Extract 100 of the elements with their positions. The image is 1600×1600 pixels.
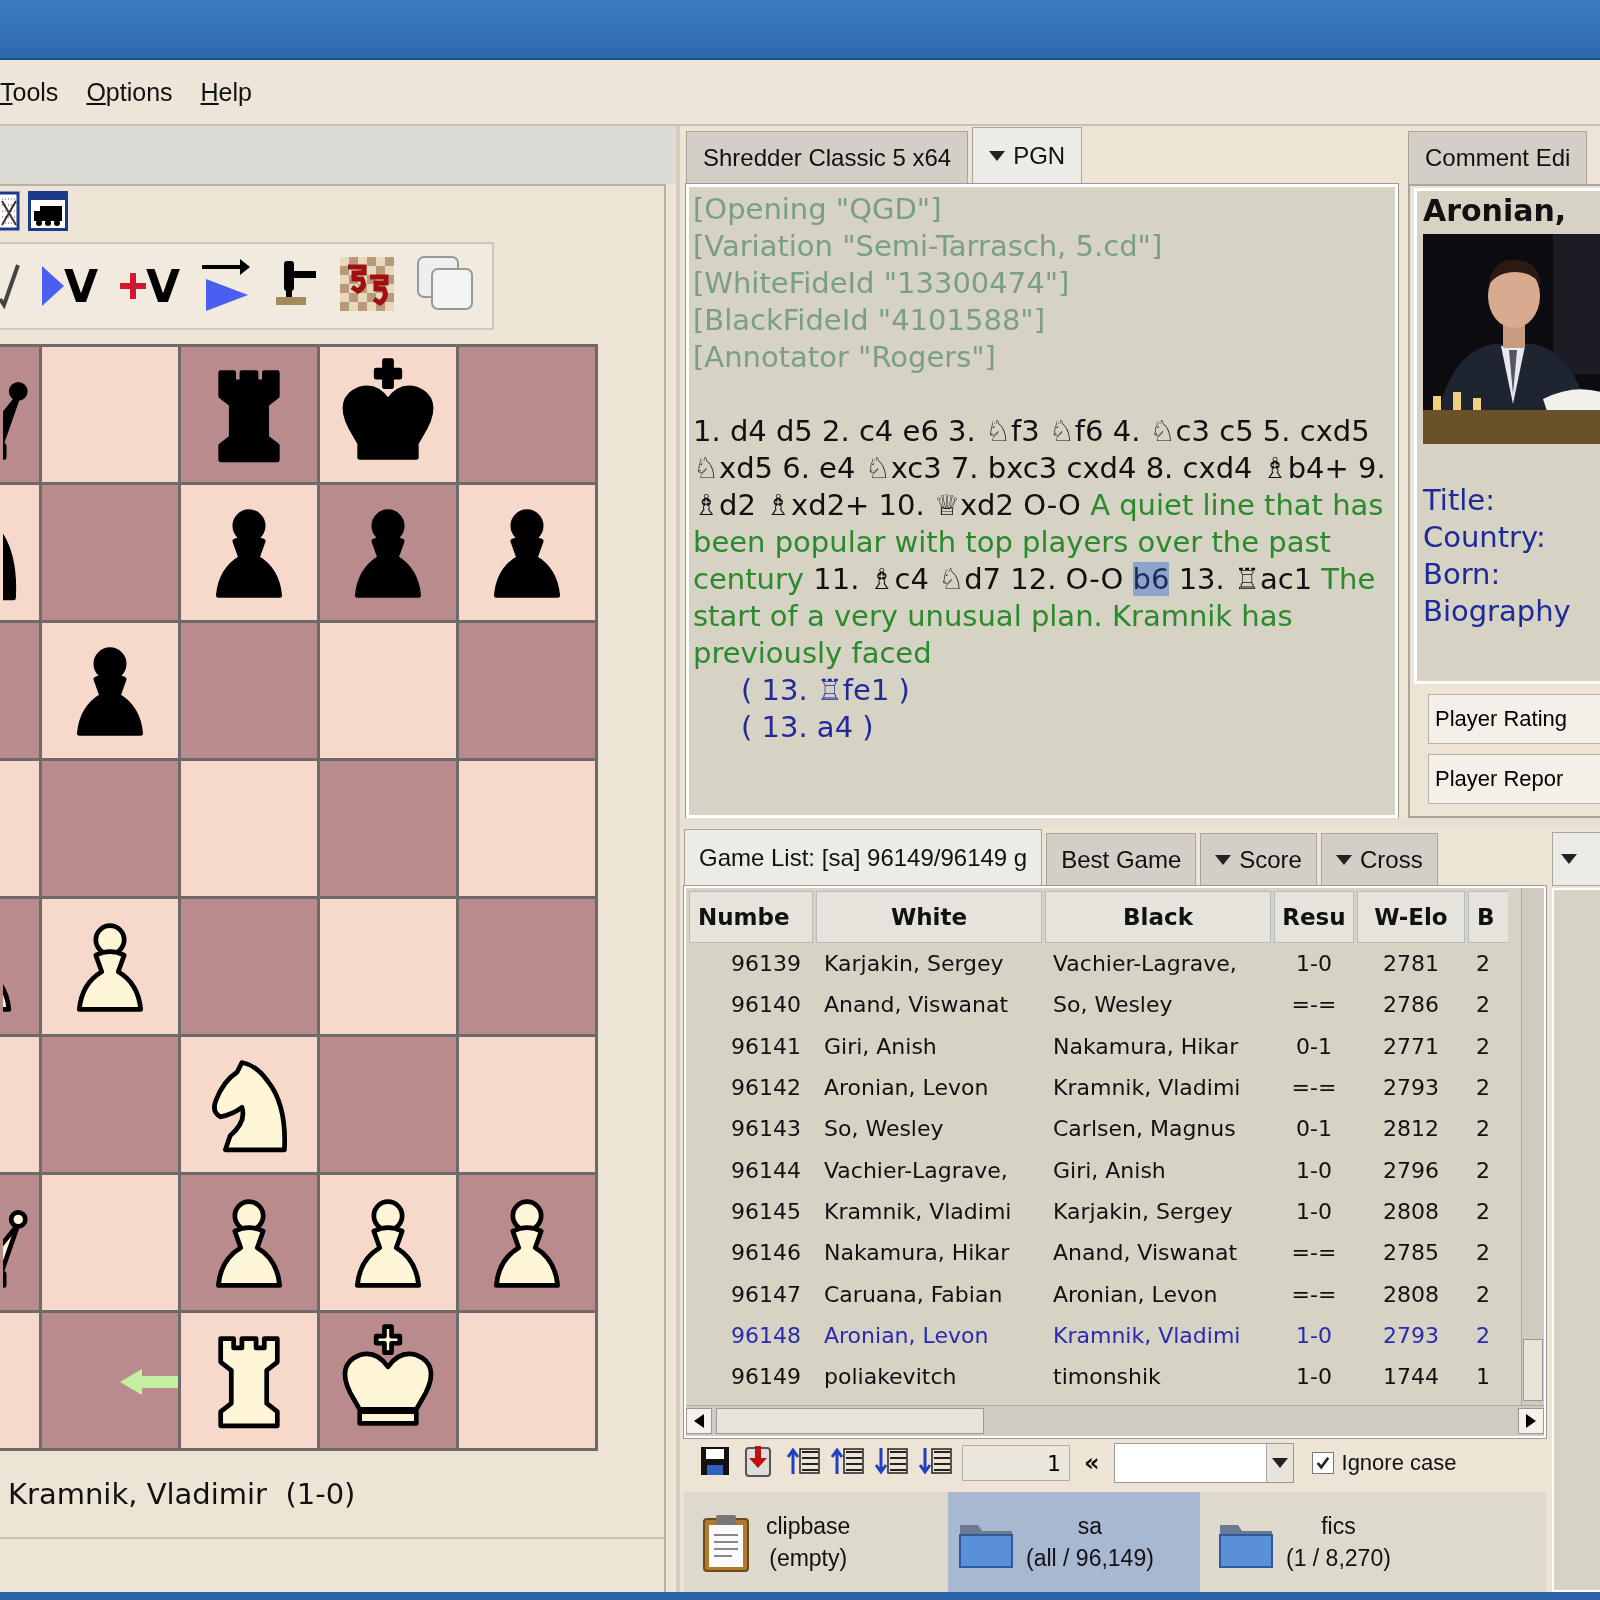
board-square[interactable] xyxy=(320,1175,456,1310)
tab[interactable]: Shredder Classic 5 x64 xyxy=(686,131,969,184)
game-result: Kramnik, Vladimir (1-0) xyxy=(0,1451,664,1539)
variation-text[interactable]: ( 13. a4 ) xyxy=(693,709,1391,746)
table-cell-text: So, Wesley xyxy=(1052,991,1174,1020)
table-cell-text: 2 xyxy=(1475,1321,1491,1350)
table-cell-text: Vachier-Lagrave, xyxy=(1052,950,1238,979)
board-square[interactable] xyxy=(181,1037,317,1172)
table-cell-text: 2812 xyxy=(1382,1115,1440,1144)
table-cell-text: 2796 xyxy=(1382,1156,1440,1185)
table-cell-text: 2793 xyxy=(1382,1321,1440,1350)
table-cell-text: 96141 xyxy=(730,1032,802,1061)
table-cell-text: Aronian, Levon xyxy=(823,1321,990,1350)
pgn-header: [Opening "QGD"] xyxy=(693,191,943,228)
grid-icon[interactable] xyxy=(0,191,20,231)
board-square[interactable] xyxy=(0,485,39,620)
menu-item[interactable]: Help xyxy=(200,77,252,107)
table-cell-text: poliakevitch xyxy=(823,1363,958,1392)
board-square[interactable] xyxy=(0,899,39,1034)
tab[interactable]: Score xyxy=(1200,833,1317,886)
table-cell-text: 96147 xyxy=(730,1280,802,1309)
table-cell-text: 2 xyxy=(1475,1197,1491,1226)
database-item[interactable]: fics (1 / 8,270) xyxy=(1208,1492,1460,1592)
column-header[interactable]: White xyxy=(816,891,1042,943)
column-header[interactable]: Resu xyxy=(1274,891,1354,943)
tab[interactable]: Cross xyxy=(1320,833,1438,886)
table-cell-text: 96142 xyxy=(730,1074,802,1103)
board-square[interactable] xyxy=(42,623,178,758)
train-icon[interactable] xyxy=(28,191,68,231)
swirl-icon[interactable] xyxy=(340,257,395,311)
table-cell-text: Kramnik, Vladimi xyxy=(1052,1074,1242,1103)
table-cell-text: 96146 xyxy=(730,1239,802,1268)
table-cell-text: 1-0 xyxy=(1295,1156,1333,1185)
table-cell-text: 96139 xyxy=(730,950,802,979)
table-cell-text: 1-0 xyxy=(1295,1363,1333,1392)
board-square[interactable] xyxy=(459,485,595,620)
board-square[interactable] xyxy=(320,347,456,482)
table-cell-text: =-= xyxy=(1290,1280,1338,1309)
tab[interactable]: Game List: [sa] 96149/96149 g xyxy=(684,829,1043,886)
table-cell-text: 96148 xyxy=(730,1321,802,1350)
plus-icon xyxy=(120,273,147,299)
board-square[interactable] xyxy=(181,1175,317,1310)
board-square[interactable] xyxy=(320,485,456,620)
board-square[interactable] xyxy=(0,1175,39,1310)
field-label: Biography xyxy=(1423,593,1572,630)
table-cell-text: 2786 xyxy=(1382,991,1440,1020)
table-cell-text: 2781 xyxy=(1382,950,1440,979)
table-cell-text: 2785 xyxy=(1382,1239,1440,1268)
table-cell-text: Karjakin, Sergey xyxy=(1052,1197,1234,1226)
tab[interactable]: Comment Edi xyxy=(1408,131,1588,184)
scrollbar[interactable] xyxy=(1521,888,1544,1405)
column-header[interactable]: Black xyxy=(1045,891,1271,943)
board-square[interactable] xyxy=(181,347,317,482)
back-button[interactable]: « xyxy=(1084,1449,1100,1477)
database-item[interactable]: clipbase (empty) xyxy=(688,1492,940,1592)
search-combo[interactable] xyxy=(1113,1443,1294,1483)
check-icon xyxy=(1315,1456,1330,1470)
table-cell-text: timonshik xyxy=(1052,1363,1162,1392)
menu-item[interactable]: Options xyxy=(86,77,173,107)
pgn-header: [WhiteFideId "13300474"] xyxy=(693,265,1071,302)
player-button[interactable]: Player Rating xyxy=(1428,694,1600,744)
player-button[interactable]: Player Repor xyxy=(1428,754,1600,804)
player-name: Aronian, xyxy=(1423,193,1568,228)
game-number-field[interactable]: 1 xyxy=(962,1445,1070,1481)
play-icon xyxy=(42,266,64,306)
right-arrow-icon xyxy=(1526,1414,1536,1428)
board-square[interactable] xyxy=(459,1175,595,1310)
add-variation-button[interactable]: V xyxy=(120,260,181,312)
table-cell-text: 1-0 xyxy=(1295,950,1333,979)
menu-item[interactable]: Tools xyxy=(0,77,59,107)
column-header[interactable]: B xyxy=(1468,891,1508,943)
table-cell-text: 1-0 xyxy=(1295,1321,1333,1350)
database-name: fics xyxy=(1321,1512,1356,1541)
column-header[interactable]: W-Elo xyxy=(1357,891,1465,943)
column-header[interactable]: Numbe xyxy=(689,891,813,943)
tab[interactable]: Best Game xyxy=(1046,833,1197,886)
tab[interactable]: PGN xyxy=(972,127,1083,184)
table-cell-text: Anand, Viswanat xyxy=(823,991,1010,1020)
variation-button[interactable]: V xyxy=(42,260,99,312)
table-cell-text: Giri, Anish xyxy=(1052,1156,1167,1185)
pgn-header: [Annotator "Rogers"] xyxy=(693,339,997,376)
table-cell-text: 2 xyxy=(1475,1032,1491,1061)
checkbox[interactable] xyxy=(1311,1452,1334,1474)
save-icon[interactable] xyxy=(698,1444,732,1478)
board-square[interactable] xyxy=(320,1313,456,1448)
table-cell-text: 96144 xyxy=(730,1156,802,1185)
board-square[interactable] xyxy=(42,899,178,1034)
variation-text[interactable]: ( 13. ♖fe1 ) xyxy=(693,672,1391,709)
database-item[interactable]: sa (all / 96,149) xyxy=(948,1492,1200,1592)
table-cell-text: 0-1 xyxy=(1295,1032,1333,1061)
board-square[interactable] xyxy=(0,347,39,482)
board-square[interactable] xyxy=(181,485,317,620)
database-count: (all / 96,149) xyxy=(1026,1544,1154,1573)
table-cell-text: Anand, Viswanat xyxy=(1052,1239,1239,1268)
table-cell-text: 2 xyxy=(1475,1115,1491,1144)
left-arrow-icon xyxy=(694,1414,704,1428)
database-count: (1 / 8,270) xyxy=(1286,1544,1391,1573)
scrollbar[interactable] xyxy=(686,1405,1544,1436)
panel-tab[interactable] xyxy=(1552,832,1600,886)
board-square[interactable] xyxy=(181,1313,317,1448)
